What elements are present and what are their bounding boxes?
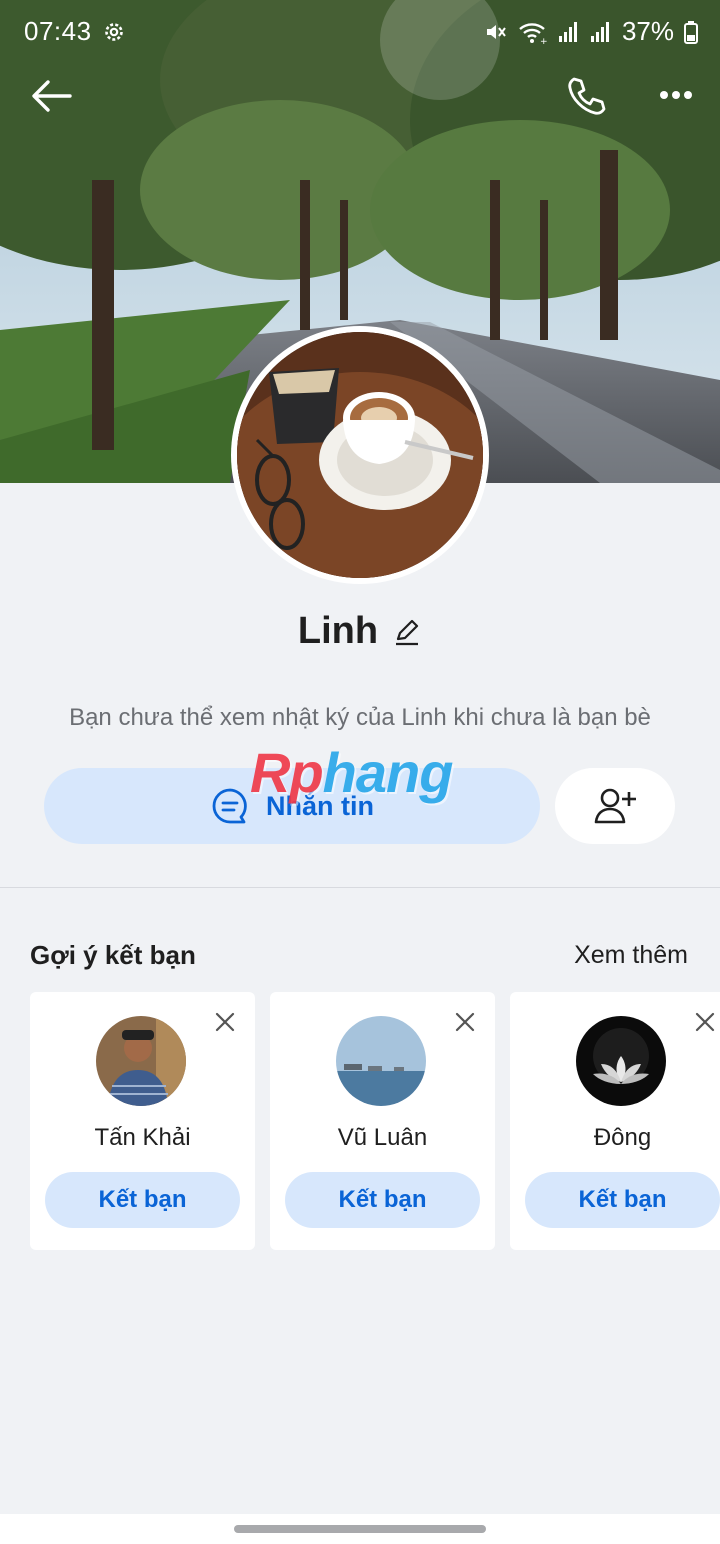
watermark-logo: Rphang xyxy=(250,740,454,805)
chat-icon xyxy=(212,788,247,824)
suggestion-name: Vũ Luân xyxy=(337,1124,428,1151)
edit-pencil-icon[interactable] xyxy=(392,617,422,647)
mute-icon xyxy=(486,24,506,39)
add-user-icon xyxy=(594,788,636,824)
battery-icon xyxy=(684,20,698,44)
battery-percent: 37% xyxy=(621,16,674,46)
suggestions-title: Gợi ý kết bạn xyxy=(30,940,196,970)
section-divider xyxy=(0,887,720,888)
watermark-head: Rp xyxy=(250,741,324,804)
more-options-button[interactable] xyxy=(652,80,700,110)
add-friend-suggestion-button[interactable]: Kết bạn xyxy=(525,1172,720,1228)
avatar[interactable] xyxy=(576,1016,666,1106)
status-time: 07:43 xyxy=(24,16,92,46)
signal-icon xyxy=(558,21,577,42)
signal-icon xyxy=(590,21,609,42)
sea-photo xyxy=(336,1016,426,1106)
wifi-icon: + xyxy=(519,22,548,44)
person-photo xyxy=(96,1016,186,1106)
privacy-notice: Bạn chưa thể xem nhật ký của Linh khi ch… xyxy=(69,704,651,731)
suggestion-name: Đông xyxy=(593,1124,652,1151)
add-friend-button[interactable] xyxy=(555,768,675,844)
status-right: + 37% xyxy=(484,16,698,47)
back-arrow-icon xyxy=(32,80,72,112)
avatar[interactable] xyxy=(96,1016,186,1106)
suggestion-card[interactable]: Vũ Luân Kết bạn xyxy=(270,992,495,1250)
profile-name-row: Linh xyxy=(0,610,720,653)
gear-icon xyxy=(105,23,123,41)
call-button[interactable] xyxy=(564,74,608,118)
back-button[interactable] xyxy=(30,76,74,116)
suggestion-name: Tấn Khải xyxy=(94,1124,191,1151)
phone-icon xyxy=(568,77,606,115)
add-friend-label: Kết bạn xyxy=(338,1186,427,1213)
profile-avatar[interactable] xyxy=(231,326,489,584)
suggestion-cards: Tấn Khải Kết bạn Vũ Luân Kết bạn Đông Kế… xyxy=(30,992,720,1250)
avatar-image xyxy=(237,332,483,578)
add-friend-suggestion-button[interactable]: Kết bạn xyxy=(285,1172,480,1228)
avatar[interactable] xyxy=(336,1016,426,1106)
home-indicator[interactable] xyxy=(234,1525,486,1533)
suggestion-card[interactable]: Tấn Khải Kết bạn xyxy=(30,992,255,1250)
close-icon[interactable] xyxy=(453,1010,477,1034)
suggestion-card[interactable]: Đông Kết bạn xyxy=(510,992,720,1250)
svg-text:+: + xyxy=(540,37,548,44)
add-friend-label: Kết bạn xyxy=(98,1186,187,1213)
lotus-photo xyxy=(576,1016,666,1106)
add-friend-label: Kết bạn xyxy=(578,1186,667,1213)
profile-name: Linh xyxy=(297,610,379,652)
watermark-tail: hang xyxy=(322,741,454,804)
close-icon[interactable] xyxy=(693,1010,717,1034)
see-more-link[interactable]: Xem thêm xyxy=(574,941,688,970)
more-icon xyxy=(660,91,692,99)
status-bar: 07:43 + 37% xyxy=(0,0,720,64)
add-friend-suggestion-button[interactable]: Kết bạn xyxy=(45,1172,240,1228)
close-icon[interactable] xyxy=(213,1010,237,1034)
coffee-photo xyxy=(237,332,483,578)
